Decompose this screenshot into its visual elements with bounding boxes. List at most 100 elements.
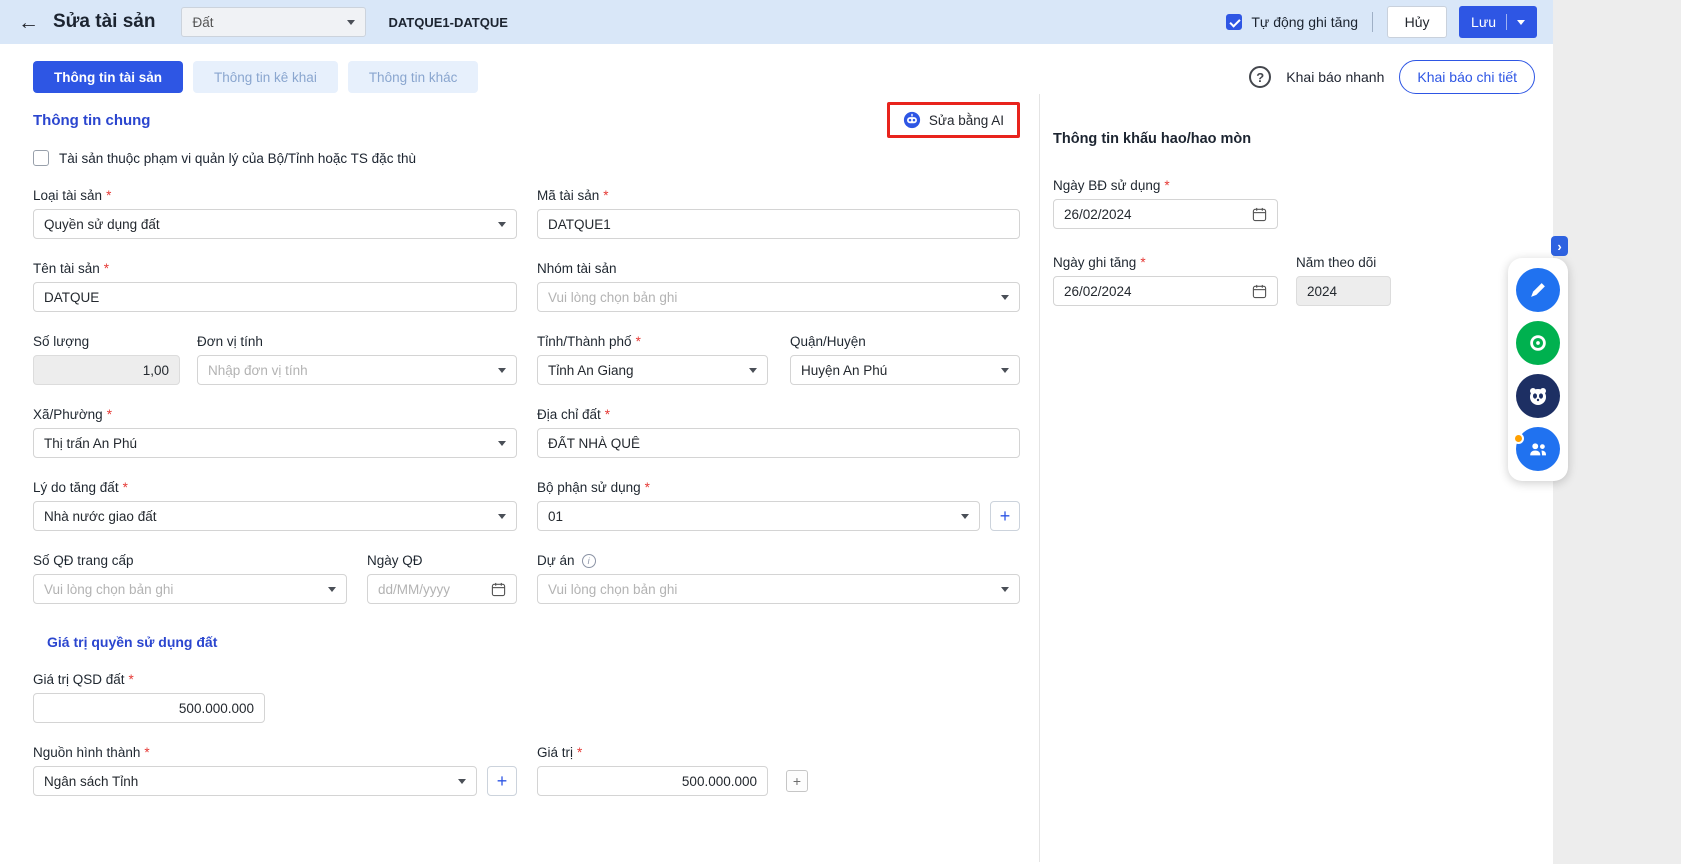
- tracking-year-label: Năm theo dõi: [1296, 255, 1391, 270]
- district-select[interactable]: Huyện An Phú: [790, 355, 1020, 385]
- decision-date-label: Ngày QĐ: [367, 553, 517, 568]
- asset-name-label: Tên tài sản*: [33, 261, 517, 276]
- asset-name-input[interactable]: [33, 282, 517, 312]
- header-bar: ← Sửa tài sản Đất DATQUE1-DATQUE Tự động…: [0, 0, 1553, 44]
- help-icon[interactable]: ?: [1249, 66, 1271, 88]
- chevron-down-icon: [498, 514, 506, 519]
- decision-no-label: Số QĐ trang cấp: [33, 553, 347, 568]
- edit-with-ai-button[interactable]: Sửa bằng AI: [890, 105, 1017, 135]
- increase-date-input[interactable]: 26/02/2024: [1053, 276, 1278, 306]
- depreciation-panel: Thông tin khấu hao/hao mòn Ngày BĐ sử dụ…: [1040, 94, 1553, 862]
- quick-declare-link[interactable]: Khai báo nhanh: [1286, 69, 1384, 85]
- funding-source-select[interactable]: Ngân sách Tỉnh: [33, 766, 477, 796]
- chatbot-fab[interactable]: [1516, 374, 1560, 418]
- using-department-select[interactable]: 01: [537, 501, 980, 531]
- asset-type-select[interactable]: Quyền sử dụng đất: [33, 209, 517, 239]
- project-select[interactable]: Vui lòng chọn bản ghi: [537, 574, 1020, 604]
- project-label: Dự áni: [537, 553, 1020, 568]
- unit-label: Đơn vị tính: [197, 334, 517, 349]
- calendar-icon[interactable]: [1252, 284, 1267, 299]
- value-input[interactable]: [537, 766, 768, 796]
- detail-declare-button[interactable]: Khai báo chi tiết: [1399, 60, 1535, 94]
- increase-date-label: Ngày ghi tăng*: [1053, 255, 1278, 270]
- asset-type-dropdown-value: Đất: [192, 15, 339, 30]
- auto-increase-label: Tự động ghi tăng: [1251, 14, 1358, 30]
- chevron-right-icon: ›: [1557, 240, 1561, 253]
- support-fab[interactable]: [1516, 321, 1560, 365]
- auto-increase-toggle[interactable]: Tự động ghi tăng: [1226, 14, 1358, 30]
- content-area: Thông tin chung Sửa bằng AI: [0, 94, 1553, 862]
- decision-no-select[interactable]: Vui lòng chọn bản ghi: [33, 574, 347, 604]
- ai-highlight-box: Sửa bằng AI: [887, 102, 1020, 138]
- increase-reason-select[interactable]: Nhà nước giao đất: [33, 501, 517, 531]
- asset-type-label: Loại tài sản*: [33, 188, 517, 203]
- tab-other-info[interactable]: Thông tin khác: [348, 61, 479, 93]
- people-icon: [1527, 438, 1549, 460]
- general-info-column: Thông tin chung Sửa bằng AI: [0, 94, 1040, 862]
- add-department-button[interactable]: +: [990, 501, 1020, 531]
- calendar-icon[interactable]: [491, 582, 506, 597]
- land-address-label: Địa chỉ đất*: [537, 407, 1020, 422]
- auto-increase-checkbox[interactable]: [1226, 14, 1242, 30]
- asset-code-label: Mã tài sản*: [537, 188, 1020, 203]
- tab-bar: Thông tin tài sản Thông tin kê khai Thôn…: [0, 60, 1553, 94]
- expand-panel-button[interactable]: ›: [1551, 236, 1568, 256]
- tab-asset-info[interactable]: Thông tin tài sản: [33, 61, 183, 93]
- page-title: Sửa tài sản: [53, 11, 155, 33]
- target-icon: [1527, 332, 1549, 354]
- tab-actions: ? Khai báo nhanh Khai báo chi tiết: [1249, 60, 1535, 94]
- chevron-down-icon: [749, 368, 757, 373]
- edit-with-ai-label: Sửa bằng AI: [929, 113, 1004, 128]
- edit-pen-fab[interactable]: [1516, 268, 1560, 312]
- chevron-down-icon: [961, 514, 969, 519]
- funding-source-label: Nguồn hình thành*: [33, 745, 517, 760]
- asset-type-dropdown[interactable]: Đất: [181, 7, 366, 37]
- save-button-label: Lưu: [1471, 14, 1496, 30]
- quantity-input: 1,00: [33, 355, 180, 385]
- section-general-title: Thông tin chung: [33, 112, 150, 129]
- calendar-icon[interactable]: [1252, 207, 1267, 222]
- province-label: Tỉnh/Thành phố*: [537, 334, 768, 349]
- info-icon[interactable]: i: [582, 554, 596, 568]
- chevron-down-icon: [347, 20, 355, 25]
- land-address-input[interactable]: [537, 428, 1020, 458]
- tracking-year-input: 2024: [1296, 276, 1391, 306]
- scope-checkbox[interactable]: [33, 150, 49, 166]
- asset-group-select[interactable]: Vui lòng chọn bản ghi: [537, 282, 1020, 312]
- chevron-down-icon: [328, 587, 336, 592]
- notification-dot: [1513, 433, 1524, 444]
- section-land-value-title: Giá trị quyền sử dụng đất: [33, 634, 1020, 650]
- quantity-label: Số lượng: [33, 334, 180, 349]
- save-dropdown-icon[interactable]: [1517, 20, 1525, 25]
- add-funding-source-button[interactable]: +: [487, 766, 517, 796]
- ward-select[interactable]: Thị trấn An Phú: [33, 428, 517, 458]
- scope-checkbox-row[interactable]: Tài sản thuộc phạm vi quản lý của Bộ/Tỉn…: [33, 150, 1020, 166]
- asset-code-input[interactable]: [537, 209, 1020, 239]
- using-department-label: Bộ phận sử dụng*: [537, 480, 1020, 495]
- cancel-button[interactable]: Hủy: [1387, 6, 1447, 38]
- save-button[interactable]: Lưu: [1459, 6, 1537, 38]
- depreciation-title: Thông tin khấu hao/hao mòn: [1053, 131, 1537, 147]
- edit-asset-window: ← Sửa tài sản Đất DATQUE1-DATQUE Tự động…: [0, 0, 1553, 864]
- chevron-down-icon: [498, 441, 506, 446]
- add-value-row-button[interactable]: +: [786, 770, 808, 792]
- chevron-down-icon: [1001, 587, 1009, 592]
- qsd-value-input[interactable]: [33, 693, 265, 723]
- asset-group-label: Nhóm tài sản: [537, 261, 1020, 276]
- qsd-value-label: Giá trị QSD đất*: [33, 672, 265, 687]
- community-fab[interactable]: [1516, 427, 1560, 471]
- ai-robot-icon: [903, 111, 921, 129]
- decision-date-input[interactable]: dd/MM/yyyy: [367, 574, 517, 604]
- tab-declaration-info[interactable]: Thông tin kê khai: [193, 61, 338, 93]
- floating-toolbar: [1508, 258, 1568, 481]
- unit-select[interactable]: Nhập đơn vị tính: [197, 355, 517, 385]
- province-select[interactable]: Tỉnh An Giang: [537, 355, 768, 385]
- back-icon[interactable]: ←: [18, 12, 39, 33]
- chevron-down-icon: [458, 779, 466, 784]
- save-button-divider: [1506, 14, 1507, 30]
- chevron-down-icon: [498, 222, 506, 227]
- asset-code-breadcrumb: DATQUE1-DATQUE: [388, 15, 507, 30]
- header-divider: [1372, 12, 1373, 32]
- value-label: Giá trị*: [537, 745, 1020, 760]
- start-use-date-input[interactable]: 26/02/2024: [1053, 199, 1278, 229]
